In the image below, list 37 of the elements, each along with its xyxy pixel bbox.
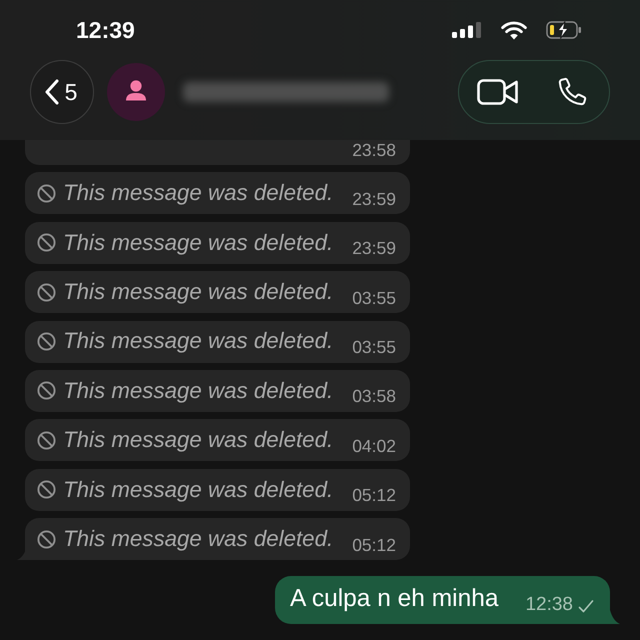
message-time: 23:59	[351, 190, 397, 211]
deleted-icon	[37, 480, 56, 500]
deleted-icon	[37, 282, 56, 302]
chevron-left-icon	[44, 79, 59, 105]
signal-icon	[452, 22, 482, 38]
back-button[interactable]: 5	[30, 60, 94, 124]
deleted-icon	[37, 184, 56, 203]
message-text: This message was deleted.	[63, 478, 334, 501]
message-time: 23:58	[351, 142, 397, 162]
deleted-icon	[37, 332, 56, 352]
voice-call-button[interactable]	[556, 76, 588, 108]
message-text: This message was deleted.	[63, 528, 334, 550]
message-text: A culpa n eh minha	[290, 587, 498, 612]
deleted-icon	[37, 233, 56, 252]
message-time: 05:12	[351, 487, 397, 508]
message-text: This message was deleted.	[63, 281, 334, 304]
phone-icon	[556, 76, 588, 108]
message-text: This message was deleted.	[63, 330, 334, 353]
deleted-icon	[37, 530, 56, 549]
message-time: 03:55	[351, 290, 397, 310]
video-camera-icon	[477, 78, 519, 106]
message-time: 05:12	[351, 536, 397, 557]
wifi-icon	[501, 20, 527, 40]
message-text: This message was deleted.	[63, 182, 334, 205]
message-text: This message was deleted.	[63, 380, 334, 402]
message-time: 12:38	[525, 594, 573, 617]
message-time: 03:58	[351, 388, 397, 408]
deleted-icon	[37, 381, 56, 400]
deleted-icon	[37, 430, 56, 450]
video-call-button[interactable]	[477, 78, 519, 106]
person-avatar-icon[interactable]	[107, 63, 165, 121]
message-text: This message was deleted.	[63, 232, 334, 254]
status-time: 12:39	[76, 18, 135, 42]
message-time: 23:59	[351, 240, 397, 260]
message-time: 03:55	[351, 339, 397, 360]
message-text: This message was deleted.	[63, 429, 334, 452]
message-time: 04:02	[351, 438, 397, 458]
